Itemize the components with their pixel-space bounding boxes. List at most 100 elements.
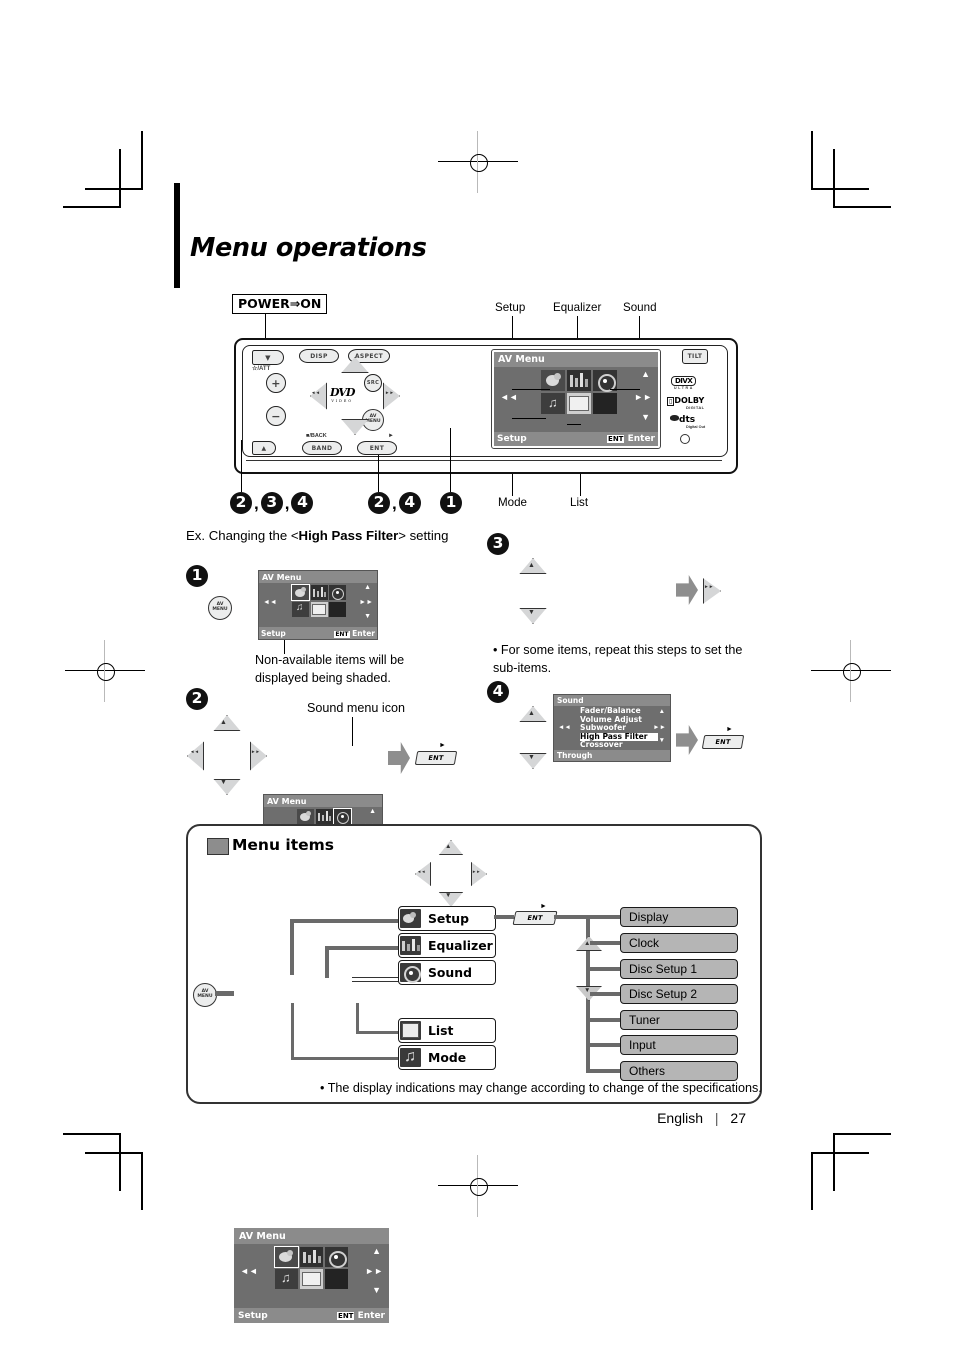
display-next-icon: ►► (634, 392, 652, 402)
step2-tile-sound[interactable] (333, 808, 352, 825)
step1-tile-equalizer[interactable] (310, 585, 328, 600)
step3-nav-down-icon: ▼ (528, 609, 535, 616)
connector-setup (290, 919, 294, 975)
submenu-box-display[interactable]: Display (620, 907, 738, 927)
step2-nav-right[interactable] (250, 741, 267, 771)
crop-mark-br-v (811, 1152, 813, 1210)
panel-tile-mode[interactable]: ♫ (275, 1269, 298, 1289)
menu-box-equalizer[interactable]: Equalizer (398, 933, 496, 958)
tile-sound-icon[interactable] (593, 370, 617, 392)
comma-2: , (284, 494, 290, 514)
nav-down-button[interactable] (341, 419, 369, 435)
step1-tile-mode[interactable]: ♫ (292, 601, 309, 617)
panel-av-menu-button[interactable]: AV MENU (193, 983, 217, 1007)
menu-box-sound[interactable]: Sound (398, 960, 496, 985)
step2-nav-left[interactable] (187, 741, 204, 771)
panel-nav-left[interactable] (415, 861, 431, 887)
step4-ent-key[interactable]: ENT (701, 735, 745, 749)
divx-logo-sub: ULTRA (674, 386, 694, 390)
step1-avmenu-l2: MENU (212, 607, 228, 612)
nav-right-button[interactable] (383, 382, 400, 410)
connector-ent-to-bus (554, 915, 590, 919)
submenu-box-clock[interactable]: Clock (620, 933, 738, 953)
step2-tile-equalizer[interactable] (315, 809, 333, 824)
callout-equalizer-label: Equalizer (553, 301, 602, 314)
submenu-box-input[interactable]: Input (620, 1035, 738, 1055)
volume-up-button[interactable]: + (266, 373, 286, 393)
step2-nav-pad[interactable]: ▲ ▼ ◄◄ ►► (187, 715, 267, 800)
footer-page-number: 27 (730, 1110, 746, 1126)
eject-button[interactable]: ▲ (252, 441, 276, 455)
sound-menu-icon-caption: Sound menu icon (307, 701, 406, 715)
dts-logo-sub: Digital Out (686, 425, 706, 429)
step-1-av-menu-button[interactable]: AV MENU (208, 596, 232, 620)
step2-tile-setup[interactable] (297, 809, 314, 824)
submenu-box-tuner[interactable]: Tuner (620, 1010, 738, 1030)
crop-mark-br-v2 (833, 1133, 835, 1191)
step2-nav-down[interactable] (213, 779, 241, 795)
step3-screen-title: Sound (554, 695, 670, 706)
panel-ent-key[interactable]: ENT (512, 911, 558, 925)
submenu-stub-1 (590, 941, 622, 945)
step-1-screen: AV Menu ◄◄ ►► ▲ ▼ ♫ Setup ENT Enter (258, 570, 378, 640)
panel-nav-pad[interactable]: ▲ ▼ ◄◄ ►► (415, 840, 487, 907)
equalizer-icon (400, 936, 421, 955)
footer-separator: | (714, 1110, 719, 1126)
reset-hole (680, 434, 690, 444)
panel-nav-right-icon: ►► (472, 869, 481, 874)
step2-nav-up-icon: ▲ (220, 719, 227, 726)
menu-items-note-bullet: • (320, 1081, 325, 1095)
band-button[interactable]: BAND (302, 441, 342, 455)
submenu-box-disc-setup-2[interactable]: Disc Setup 2 (620, 984, 738, 1004)
tile-setup-icon[interactable] (541, 370, 565, 391)
volume-down-button[interactable]: − (266, 406, 286, 426)
panel-nav-right[interactable] (471, 861, 487, 887)
step-1-badge: 1 (186, 565, 208, 587)
step1-footer-left: Setup (261, 628, 286, 638)
tile-mode-icon[interactable]: ♫ (541, 393, 565, 414)
panel-tile-setup[interactable] (274, 1246, 299, 1268)
step2-flow-arrow (388, 742, 410, 774)
step-number-4b: 4 (398, 492, 421, 514)
step2-nav-up[interactable] (213, 715, 241, 731)
divx-logo-text: DIVX (675, 377, 693, 385)
tile-list-icon[interactable] (567, 393, 591, 414)
menu-box-list[interactable]: List (398, 1018, 496, 1043)
step2-ent-key[interactable]: ENT (414, 751, 458, 765)
panel-tile-sound[interactable] (325, 1247, 348, 1268)
step-number-2b: 2 (368, 492, 390, 514)
list-icon (400, 1021, 421, 1040)
ent-button[interactable]: ENT (357, 441, 397, 455)
step1-tile-setup[interactable] (291, 584, 310, 601)
step1-ent-badge: ENT (334, 630, 350, 638)
panel-tile-list[interactable] (300, 1269, 323, 1289)
step4-nav-up-icon: ▲ (528, 710, 535, 717)
step1-tile-list[interactable] (310, 601, 328, 617)
example-intro-pre: Ex. Changing the < (186, 528, 299, 543)
submenu-box-disc-setup-1[interactable]: Disc Setup 1 (620, 959, 738, 979)
dolby-logo-text: DOLBY (674, 396, 705, 405)
dts-logo-text: dts (679, 415, 696, 425)
open-panel-button[interactable]: ▼ (252, 350, 284, 365)
step2-screen-title: AV Menu (264, 795, 382, 807)
tilt-button[interactable]: TILT (682, 349, 708, 364)
menu-box-equalizer-label: Equalizer (428, 938, 493, 953)
submenu-box-others[interactable]: Others (620, 1061, 738, 1081)
display-screen-footer: Setup ENT Enter (494, 432, 658, 446)
step1-tile-sound[interactable] (329, 585, 346, 600)
dvd-logo-sub: VIDEO (331, 399, 354, 403)
callout-mode-label: Mode (498, 496, 528, 509)
registration-mark-top (438, 131, 518, 193)
list-item[interactable]: Crossover (580, 741, 658, 750)
menu-box-setup[interactable]: Setup (398, 906, 496, 931)
tile-equalizer-icon[interactable] (567, 370, 591, 391)
display-down-icon: ▼ (641, 412, 650, 422)
crop-mark-tr-v2 (833, 149, 835, 207)
nav-left-button[interactable] (310, 382, 327, 410)
panel-tile-equalizer[interactable] (300, 1247, 323, 1267)
step3-right-key[interactable] (703, 578, 721, 604)
nav-up-button[interactable] (341, 357, 369, 373)
step4-nav-down-icon: ▼ (528, 754, 535, 761)
page-title: Menu operations (190, 233, 427, 263)
menu-box-mode[interactable]: ♫ Mode (398, 1045, 496, 1070)
